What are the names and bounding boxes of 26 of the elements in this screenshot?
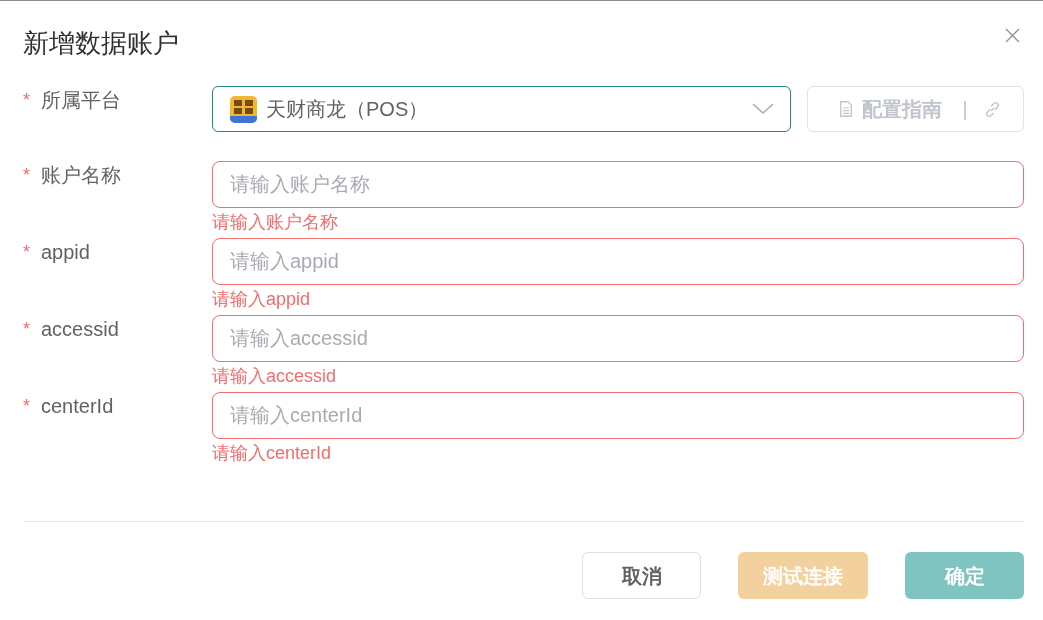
field-label: appid bbox=[41, 240, 90, 265]
cancel-button[interactable]: 取消 bbox=[582, 552, 701, 599]
required-asterisk: * bbox=[23, 89, 31, 112]
error-message: 请输入centerId bbox=[212, 442, 333, 465]
app-logo-icon bbox=[230, 95, 257, 123]
required-asterisk: * bbox=[23, 318, 31, 341]
field-label: 账户名称 bbox=[41, 163, 121, 188]
field-label: centerId bbox=[41, 394, 114, 419]
required-asterisk: * bbox=[23, 241, 31, 264]
text-input[interactable]: 请输入appid bbox=[212, 238, 1024, 285]
required-asterisk: * bbox=[23, 395, 31, 418]
close-icon[interactable] bbox=[1005, 28, 1020, 43]
platform-select[interactable]: 天财商龙（POS） bbox=[212, 86, 791, 132]
link-icon bbox=[983, 100, 1001, 118]
document-icon bbox=[840, 101, 853, 117]
text-input[interactable]: 请输入账户名称 bbox=[212, 161, 1024, 208]
field-label: 所属平台 bbox=[41, 88, 121, 113]
text-input[interactable]: 请输入accessid bbox=[212, 315, 1024, 362]
text-input[interactable]: 请输入centerId bbox=[212, 392, 1024, 439]
field-label: accessid bbox=[41, 317, 119, 342]
error-message: 请输入accessid bbox=[212, 365, 338, 388]
error-message: 请输入appid bbox=[212, 288, 312, 311]
chevron-down-icon bbox=[752, 103, 774, 115]
required-asterisk: * bbox=[23, 164, 31, 187]
error-message: 请输入账户名称 bbox=[212, 211, 339, 234]
dialog-title: 新增数据账户 bbox=[23, 28, 179, 58]
